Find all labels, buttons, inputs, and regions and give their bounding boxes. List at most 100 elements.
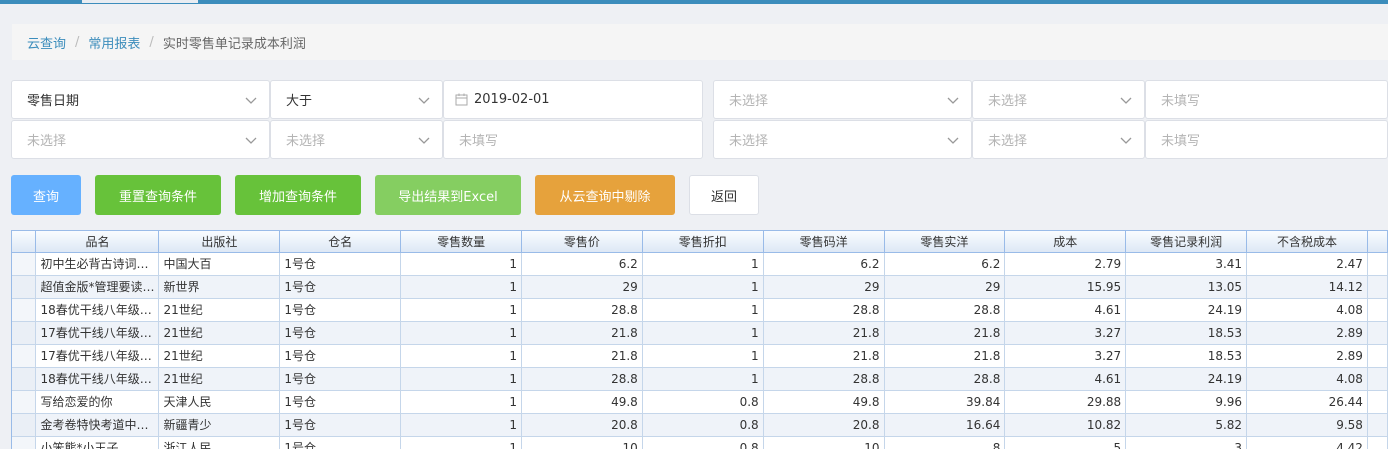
- column-header[interactable]: 出版社: [158, 231, 281, 253]
- table-cell: 4.61: [1004, 367, 1127, 391]
- breadcrumb-separator: /: [75, 34, 80, 50]
- table-cell: 24.19: [1125, 298, 1248, 322]
- table-cell-filler: [1367, 252, 1388, 276]
- column-header[interactable]: 不含税成本: [1246, 231, 1368, 253]
- table-cell: 28.8: [763, 367, 885, 391]
- table-row[interactable]: 18春优干线八年级… 21世纪 1号仓 1 28.8 1 28.8 28.8 4.61 24.19…: [12, 298, 1388, 322]
- table-cell: 1: [400, 390, 522, 414]
- active-tab-indicator: [82, 0, 198, 3]
- row-selector[interactable]: [12, 275, 37, 299]
- row-selector[interactable]: [12, 367, 37, 391]
- table-cell-filler: [1367, 321, 1388, 345]
- breadcrumb-reports-link[interactable]: 常用报表: [88, 33, 140, 52]
- table-cell: 1: [642, 298, 764, 322]
- table-row[interactable]: 金考卷特快考道中… 新疆青少 1号仓 1 20.8 0.8 20.8 16.64 10.82 5.…: [12, 413, 1388, 437]
- table-cell: 1号仓: [279, 252, 402, 276]
- column-header[interactable]: 零售数量: [400, 231, 522, 253]
- filter1-field-select[interactable]: 零售日期: [11, 80, 270, 119]
- filter2-field-select[interactable]: 未选择: [11, 120, 270, 159]
- table-cell: 4.42: [1246, 436, 1368, 449]
- table-cell: 金考卷特快考道中…: [35, 413, 160, 437]
- table-cell: 1: [400, 344, 522, 368]
- table-cell: 49.8: [521, 390, 643, 414]
- column-header[interactable]: 零售记录利润: [1125, 231, 1248, 253]
- filter1-operator2-placeholder: 未选择: [988, 94, 1028, 109]
- table-row[interactable]: 17春优干线八年级… 21世纪 1号仓 1 21.8 1 21.8 21.8 3.27 18.53…: [12, 321, 1388, 345]
- filter2-field2-placeholder: 未选择: [729, 134, 769, 149]
- table-cell: 3.41: [1125, 252, 1248, 276]
- breadcrumb-home-link[interactable]: 云查询: [27, 33, 66, 52]
- query-button[interactable]: 查询: [11, 175, 81, 215]
- table-cell: 1号仓: [279, 367, 402, 391]
- row-selector[interactable]: [12, 413, 37, 437]
- filter1-value2-placeholder: 未填写: [1161, 94, 1201, 109]
- table-cell: 21.8: [763, 321, 885, 345]
- table-cell: 6.2: [884, 252, 1006, 276]
- table-cell: 新世界: [158, 275, 281, 299]
- back-button[interactable]: 返回: [689, 175, 759, 215]
- row-selector[interactable]: [12, 298, 37, 322]
- filter1-date-input[interactable]: 2019-02-01: [443, 80, 703, 119]
- filter2-value-input[interactable]: 未填写: [443, 120, 703, 159]
- filter2-operator-select[interactable]: 未选择: [270, 120, 443, 159]
- column-header[interactable]: 零售价: [521, 231, 643, 253]
- reset-conditions-button[interactable]: 重置查询条件: [95, 175, 221, 215]
- row-selector[interactable]: [12, 321, 37, 345]
- add-condition-button[interactable]: 增加查询条件: [235, 175, 361, 215]
- filter1-field2-placeholder: 未选择: [729, 94, 769, 109]
- column-header[interactable]: 品名: [35, 231, 160, 253]
- column-header[interactable]: 零售实洋: [884, 231, 1006, 253]
- table-cell-filler: [1367, 390, 1388, 414]
- filter2-value2-placeholder: 未填写: [1161, 134, 1201, 149]
- top-tab-strip: [0, 0, 1388, 4]
- filter1-operator-select[interactable]: 大于: [270, 80, 443, 119]
- table-cell: 29: [521, 275, 643, 299]
- table-cell: 天津人民: [158, 390, 281, 414]
- table-cell: 1: [642, 275, 764, 299]
- table-cell: 18.53: [1125, 344, 1248, 368]
- row-selector[interactable]: [12, 436, 37, 449]
- filter2-operator2-select[interactable]: 未选择: [972, 120, 1145, 159]
- table-cell: 超值金版*管理要读…: [35, 275, 160, 299]
- table-row[interactable]: 小笨熊*小王子… 浙江人民 1号仓 1 10 0.8 10 8 5 3 4.42: [12, 436, 1388, 449]
- row-selector[interactable]: [12, 252, 37, 276]
- filter1-field2-select[interactable]: 未选择: [713, 80, 972, 119]
- row-selector[interactable]: [12, 390, 37, 414]
- table-row[interactable]: 初中生必背古诗词… 中国大百 1号仓 1 6.2 1 6.2 6.2 2.79 3.41 2.47: [12, 252, 1388, 276]
- table-row[interactable]: 17春优干线八年级… 21世纪 1号仓 1 21.8 1 21.8 21.8 3.27 18.53…: [12, 344, 1388, 368]
- table-cell: 29: [763, 275, 885, 299]
- export-excel-button[interactable]: 导出结果到Excel: [375, 175, 521, 215]
- table-cell: 4.08: [1246, 367, 1368, 391]
- chevron-down-icon: [1120, 97, 1132, 104]
- calendar-icon: [455, 93, 468, 106]
- filter1-operator2-select[interactable]: 未选择: [972, 80, 1145, 119]
- results-table: 品名 出版社 仓名 零售数量 零售价 零售折扣 零售码洋 零售实洋 成本 零售记录利润 不含税成本 …: [12, 231, 1388, 449]
- table-cell: 0.8: [642, 390, 764, 414]
- table-cell: 49.8: [763, 390, 885, 414]
- table-cell-filler: [1367, 275, 1388, 299]
- column-header[interactable]: 零售折扣: [642, 231, 764, 253]
- table-row[interactable]: 18春优干线八年级… 21世纪 1号仓 1 28.8 1 28.8 28.8 4.61 24.19…: [12, 367, 1388, 391]
- filter2-field2-select[interactable]: 未选择: [713, 120, 972, 159]
- table-cell: 1号仓: [279, 436, 402, 449]
- column-header[interactable]: 零售码洋: [763, 231, 885, 253]
- row-selector[interactable]: [12, 344, 37, 368]
- table-row[interactable]: 写给恋爱的你 天津人民 1号仓 1 49.8 0.8 49.8 39.84 29.88 9.96 2…: [12, 390, 1388, 414]
- table-cell: 14.12: [1246, 275, 1368, 299]
- table-cell: 24.19: [1125, 367, 1248, 391]
- remove-from-cloud-button[interactable]: 从云查询中剔除: [535, 175, 675, 215]
- table-cell: 2.89: [1246, 344, 1368, 368]
- table-row[interactable]: 超值金版*管理要读… 新世界 1号仓 1 29 1 29 29 15.95 13.05 14.12: [12, 275, 1388, 299]
- breadcrumb: 云查询 / 常用报表 / 实时零售单记录成本利润: [12, 24, 1388, 60]
- table-cell: 新疆青少: [158, 413, 281, 437]
- table-cell: 20.8: [763, 413, 885, 437]
- table-cell: 1: [400, 275, 522, 299]
- table-cell: 初中生必背古诗词…: [35, 252, 160, 276]
- column-header[interactable]: 仓名: [279, 231, 402, 253]
- table-cell: 小笨熊*小王子…: [35, 436, 160, 449]
- column-header[interactable]: 成本: [1004, 231, 1127, 253]
- table-cell: 3.27: [1004, 344, 1127, 368]
- filter1-value2-input[interactable]: 未填写: [1145, 80, 1388, 119]
- filter2-value2-input[interactable]: 未填写: [1145, 120, 1388, 159]
- table-cell: 1号仓: [279, 390, 402, 414]
